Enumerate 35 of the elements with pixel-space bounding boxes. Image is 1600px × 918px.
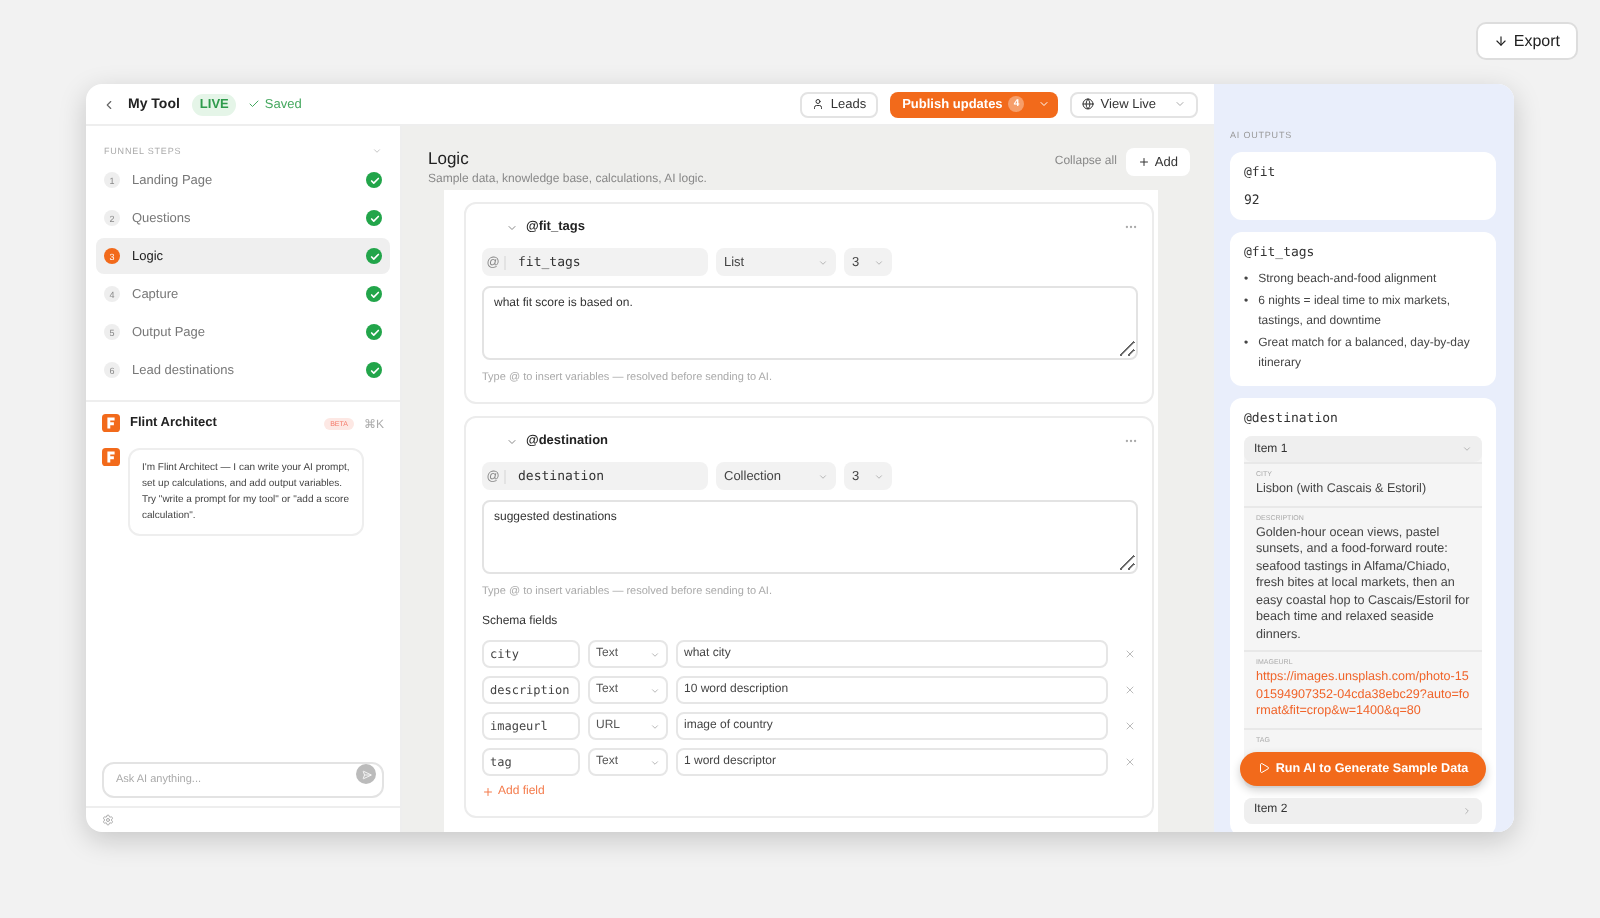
caret-icon: [1174, 98, 1186, 110]
caret-icon: [650, 685, 660, 695]
logo-icon: [102, 414, 120, 432]
caret-icon: [650, 757, 660, 767]
plus-icon: [482, 786, 494, 798]
plus-icon: [1138, 156, 1151, 168]
page-title: Logic: [428, 148, 471, 168]
logo-icon: [102, 448, 120, 466]
send-icon: [361, 769, 371, 779]
more-icon[interactable]: [1124, 434, 1138, 448]
caret-icon: [818, 257, 828, 267]
chevron-icon: [1462, 444, 1472, 454]
globe-icon: [1082, 98, 1095, 110]
remove-icon[interactable]: [1124, 684, 1136, 696]
remove-icon[interactable]: [1124, 756, 1136, 768]
user-icon: [812, 98, 825, 110]
export-button[interactable]: Export: [1475, 22, 1578, 60]
play-icon: [1257, 762, 1270, 774]
back-icon[interactable]: [102, 97, 116, 111]
caret-icon: [650, 649, 660, 659]
settings-icon[interactable]: [102, 814, 114, 826]
chevron-icon[interactable]: [506, 221, 518, 233]
caret-icon: [650, 721, 660, 731]
chevron-icon[interactable]: [506, 435, 518, 447]
remove-icon[interactable]: [1124, 648, 1136, 660]
caret-icon: [1038, 98, 1051, 110]
check-icon: [248, 98, 261, 110]
remove-icon[interactable]: [1124, 720, 1136, 732]
caret-icon: [874, 257, 884, 267]
chevron-icon[interactable]: [372, 146, 382, 156]
more-icon[interactable]: [1124, 220, 1138, 234]
caret-icon: [818, 471, 828, 481]
arrow-down-icon: [1493, 34, 1508, 48]
chevron-icon: [1462, 805, 1472, 815]
caret-icon: [874, 471, 884, 481]
